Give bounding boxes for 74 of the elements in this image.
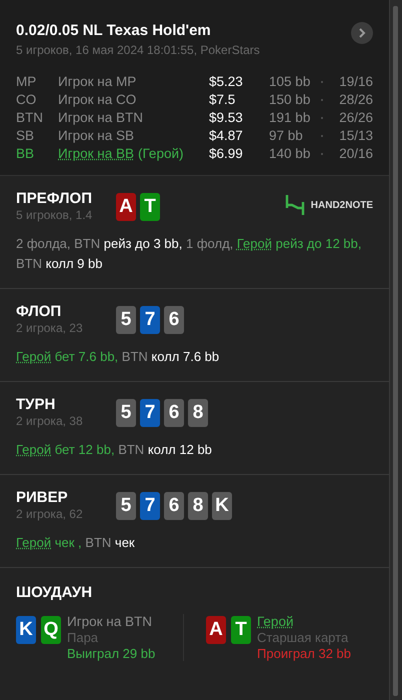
next-button[interactable] xyxy=(351,22,374,44)
playing-card: 8 xyxy=(188,492,208,520)
player-position: BB xyxy=(16,146,36,161)
logo-text: HAND2NOTE xyxy=(310,200,374,210)
player-name: Игрок на MP xyxy=(58,74,136,89)
hero-link[interactable]: Герой xyxy=(16,535,52,550)
playing-card: 7 xyxy=(140,399,160,427)
street-title: РИВЕР xyxy=(16,489,69,506)
player-name: Игрок на SB xyxy=(58,128,134,143)
playing-card: 5 xyxy=(116,399,136,427)
player-name[interactable]: Герой xyxy=(257,614,352,629)
action-text: 2 фолда, BTN рейз до 3 bb, 1 фолд, Герой рейз до 12 bb, BTN колл 9 bb xyxy=(16,235,363,273)
playing-card: 7 xyxy=(140,492,160,520)
street-title: ФЛОП xyxy=(16,303,62,320)
playing-card: 6 xyxy=(164,492,184,520)
action-text: Герой бет 12 bb, BTN колл 12 bb xyxy=(16,441,213,459)
player-name: Игрок на BTN xyxy=(58,110,144,125)
player-bb: 105 bb xyxy=(269,74,312,89)
hero-link[interactable]: Герой xyxy=(16,349,52,364)
playing-card: A xyxy=(206,616,226,644)
playing-card: 7 xyxy=(140,306,160,334)
player-position: SB xyxy=(16,128,36,143)
player-stats: 20/16 xyxy=(338,146,374,161)
player-stats: 19/16 xyxy=(338,74,374,89)
hand-subtitle: 5 игроков, 16 мая 2024 18:01:55, PokerStars xyxy=(16,43,260,57)
playing-card: K xyxy=(212,492,232,520)
player-stats: 28/26 xyxy=(338,92,374,107)
playing-card: K xyxy=(16,616,36,644)
player-position: MP xyxy=(16,74,38,89)
player-stats: 26/26 xyxy=(338,110,374,125)
playing-card: 6 xyxy=(164,306,184,334)
action-text: Герой чек , BTN чек xyxy=(16,534,136,552)
player-stats: 15/13 xyxy=(338,128,374,143)
street-info: 2 игрока, 23 xyxy=(16,321,84,335)
hand-result: Проиграл 32 bb xyxy=(257,646,352,661)
playing-card: 6 xyxy=(164,399,184,427)
player-name: Игрок на BTN xyxy=(67,614,154,629)
chevron-right-icon xyxy=(357,27,368,39)
player-position: CO xyxy=(16,92,38,107)
playing-card: 8 xyxy=(188,399,208,427)
player-stack: $7.5 xyxy=(209,92,236,107)
player-bb: 191 bb xyxy=(269,110,312,125)
player-name[interactable]: Игрок на BB xyxy=(58,146,134,161)
player-bb: 97 bb xyxy=(269,128,304,143)
player-bb: 150 bb xyxy=(269,92,312,107)
player-stack: $9.53 xyxy=(209,110,244,125)
playing-card: 5 xyxy=(116,306,136,334)
scrollbar[interactable] xyxy=(389,0,402,700)
player-stack: $4.87 xyxy=(209,128,244,143)
playing-card: A xyxy=(116,193,136,221)
hero-tag: (Герой) xyxy=(138,146,184,161)
playing-card: T xyxy=(140,193,160,221)
hand-rank: Пара xyxy=(67,630,100,645)
playing-card: Q xyxy=(41,616,61,644)
street-info: 5 игроков, 1.4 xyxy=(16,208,94,222)
hand-title: 0.02/0.05 NL Texas Hold'em xyxy=(16,22,212,39)
street-info: 2 игрока, 38 xyxy=(16,414,84,428)
street-info: 2 игрока, 62 xyxy=(16,507,84,521)
hand-rank: Старшая карта xyxy=(257,630,350,645)
player-name: Игрок на CO xyxy=(58,92,136,107)
hero-link[interactable]: Герой xyxy=(236,236,272,251)
street-title: ПРЕФЛОП xyxy=(16,190,93,207)
player-stack: $5.23 xyxy=(209,74,244,89)
logo-icon xyxy=(284,194,305,216)
action-text: Герой бет 7.6 bb, BTN колл 7.6 bb xyxy=(16,348,220,366)
player-stack: $6.99 xyxy=(209,146,244,161)
hero-link[interactable]: Герой xyxy=(16,442,52,457)
player-position: BTN xyxy=(16,110,44,125)
playing-card: T xyxy=(231,616,252,644)
showdown-title: ШОУДАУН xyxy=(16,584,92,601)
player-bb: 140 bb xyxy=(269,146,312,161)
hand-result: Выиграл 29 bb xyxy=(67,646,156,661)
street-title: ТУРН xyxy=(16,396,56,413)
playing-card: 5 xyxy=(116,492,136,520)
